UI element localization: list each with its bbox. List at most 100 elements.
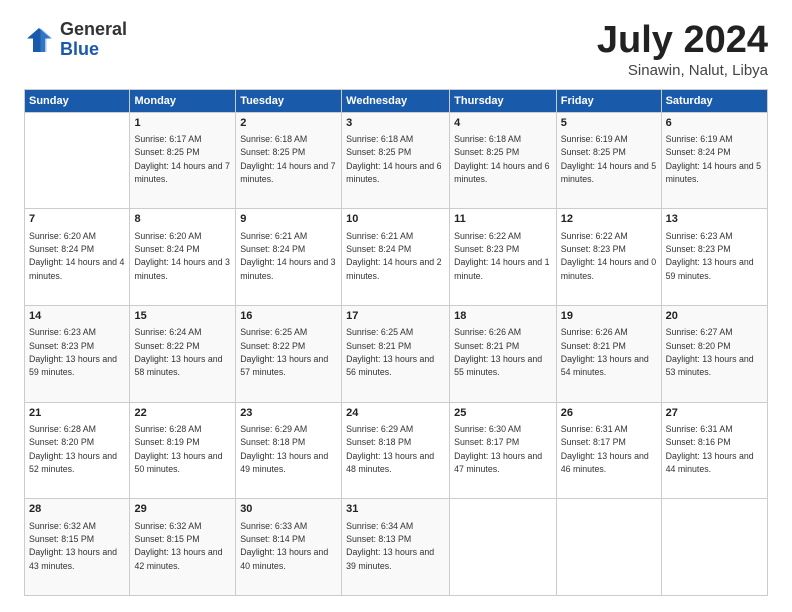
day-number: 25 — [454, 406, 552, 421]
table-row: 10 Sunrise: 6:21 AM Sunset: 8:24 PM Dayl… — [342, 209, 450, 306]
table-row: 31 Sunrise: 6:34 AM Sunset: 8:13 PM Dayl… — [342, 499, 450, 596]
cell-sunset: Sunset: 8:16 PM — [666, 437, 731, 447]
header-sunday: Sunday — [25, 89, 130, 112]
cell-sunset: Sunset: 8:20 PM — [666, 341, 731, 351]
cell-sunrise: Sunrise: 6:34 AM — [346, 521, 413, 531]
day-number: 28 — [29, 502, 125, 517]
cell-daylight: Daylight: 13 hours and 46 minutes. — [561, 451, 649, 474]
header-saturday: Saturday — [661, 89, 767, 112]
cell-sunrise: Sunrise: 6:18 AM — [240, 134, 307, 144]
cell-sunset: Sunset: 8:25 PM — [240, 147, 305, 157]
table-row: 1 Sunrise: 6:17 AM Sunset: 8:25 PM Dayli… — [130, 112, 236, 209]
header-monday: Monday — [130, 89, 236, 112]
cell-sunrise: Sunrise: 6:21 AM — [240, 231, 307, 241]
cell-sunset: Sunset: 8:13 PM — [346, 534, 411, 544]
cell-daylight: Daylight: 13 hours and 48 minutes. — [346, 451, 434, 474]
cell-sunset: Sunset: 8:25 PM — [561, 147, 626, 157]
cell-sunrise: Sunrise: 6:26 AM — [454, 327, 521, 337]
day-number: 1 — [134, 116, 231, 131]
cell-daylight: Daylight: 13 hours and 57 minutes. — [240, 354, 328, 377]
calendar-week-row: 21 Sunrise: 6:28 AM Sunset: 8:20 PM Dayl… — [25, 402, 768, 499]
cell-sunset: Sunset: 8:19 PM — [134, 437, 199, 447]
calendar-header-row: Sunday Monday Tuesday Wednesday Thursday… — [25, 89, 768, 112]
month-title: July 2024 — [597, 20, 768, 62]
cell-daylight: Daylight: 14 hours and 6 minutes. — [454, 161, 549, 184]
calendar-table: Sunday Monday Tuesday Wednesday Thursday… — [24, 89, 768, 596]
calendar-week-row: 1 Sunrise: 6:17 AM Sunset: 8:25 PM Dayli… — [25, 112, 768, 209]
cell-sunset: Sunset: 8:21 PM — [454, 341, 519, 351]
table-row: 25 Sunrise: 6:30 AM Sunset: 8:17 PM Dayl… — [450, 402, 557, 499]
day-number: 4 — [454, 116, 552, 131]
day-number: 20 — [666, 309, 763, 324]
cell-sunset: Sunset: 8:22 PM — [240, 341, 305, 351]
logo-icon — [24, 25, 54, 55]
day-number: 9 — [240, 212, 337, 227]
day-number: 30 — [240, 502, 337, 517]
table-row: 16 Sunrise: 6:25 AM Sunset: 8:22 PM Dayl… — [236, 306, 342, 403]
table-row: 24 Sunrise: 6:29 AM Sunset: 8:18 PM Dayl… — [342, 402, 450, 499]
cell-sunset: Sunset: 8:18 PM — [240, 437, 305, 447]
day-number: 26 — [561, 406, 657, 421]
day-number: 24 — [346, 406, 445, 421]
cell-sunrise: Sunrise: 6:30 AM — [454, 424, 521, 434]
cell-sunrise: Sunrise: 6:18 AM — [346, 134, 413, 144]
table-row: 4 Sunrise: 6:18 AM Sunset: 8:25 PM Dayli… — [450, 112, 557, 209]
cell-sunset: Sunset: 8:24 PM — [346, 244, 411, 254]
cell-daylight: Daylight: 13 hours and 59 minutes. — [29, 354, 117, 377]
day-number: 11 — [454, 212, 552, 227]
table-row — [25, 112, 130, 209]
calendar-week-row: 7 Sunrise: 6:20 AM Sunset: 8:24 PM Dayli… — [25, 209, 768, 306]
day-number: 7 — [29, 212, 125, 227]
day-number: 8 — [134, 212, 231, 227]
cell-sunset: Sunset: 8:21 PM — [346, 341, 411, 351]
day-number: 3 — [346, 116, 445, 131]
table-row: 17 Sunrise: 6:25 AM Sunset: 8:21 PM Dayl… — [342, 306, 450, 403]
table-row: 30 Sunrise: 6:33 AM Sunset: 8:14 PM Dayl… — [236, 499, 342, 596]
cell-sunrise: Sunrise: 6:29 AM — [346, 424, 413, 434]
cell-sunset: Sunset: 8:18 PM — [346, 437, 411, 447]
cell-sunrise: Sunrise: 6:28 AM — [29, 424, 96, 434]
day-number: 14 — [29, 309, 125, 324]
day-number: 29 — [134, 502, 231, 517]
table-row: 7 Sunrise: 6:20 AM Sunset: 8:24 PM Dayli… — [25, 209, 130, 306]
cell-sunset: Sunset: 8:23 PM — [561, 244, 626, 254]
cell-daylight: Daylight: 13 hours and 47 minutes. — [454, 451, 542, 474]
calendar-week-row: 28 Sunrise: 6:32 AM Sunset: 8:15 PM Dayl… — [25, 499, 768, 596]
day-number: 23 — [240, 406, 337, 421]
cell-sunset: Sunset: 8:17 PM — [561, 437, 626, 447]
cell-sunrise: Sunrise: 6:19 AM — [666, 134, 733, 144]
day-number: 17 — [346, 309, 445, 324]
day-number: 13 — [666, 212, 763, 227]
cell-sunrise: Sunrise: 6:25 AM — [346, 327, 413, 337]
table-row — [661, 499, 767, 596]
cell-sunrise: Sunrise: 6:18 AM — [454, 134, 521, 144]
day-number: 5 — [561, 116, 657, 131]
cell-sunset: Sunset: 8:21 PM — [561, 341, 626, 351]
cell-sunrise: Sunrise: 6:29 AM — [240, 424, 307, 434]
cell-daylight: Daylight: 13 hours and 49 minutes. — [240, 451, 328, 474]
table-row: 3 Sunrise: 6:18 AM Sunset: 8:25 PM Dayli… — [342, 112, 450, 209]
cell-daylight: Daylight: 14 hours and 1 minute. — [454, 257, 549, 280]
table-row: 2 Sunrise: 6:18 AM Sunset: 8:25 PM Dayli… — [236, 112, 342, 209]
day-number: 22 — [134, 406, 231, 421]
cell-sunrise: Sunrise: 6:25 AM — [240, 327, 307, 337]
cell-sunset: Sunset: 8:25 PM — [134, 147, 199, 157]
table-row: 6 Sunrise: 6:19 AM Sunset: 8:24 PM Dayli… — [661, 112, 767, 209]
cell-daylight: Daylight: 13 hours and 59 minutes. — [666, 257, 754, 280]
cell-sunrise: Sunrise: 6:21 AM — [346, 231, 413, 241]
cell-sunset: Sunset: 8:23 PM — [454, 244, 519, 254]
cell-daylight: Daylight: 13 hours and 53 minutes. — [666, 354, 754, 377]
day-number: 27 — [666, 406, 763, 421]
cell-daylight: Daylight: 14 hours and 7 minutes. — [240, 161, 335, 184]
calendar-week-row: 14 Sunrise: 6:23 AM Sunset: 8:23 PM Dayl… — [25, 306, 768, 403]
cell-daylight: Daylight: 14 hours and 3 minutes. — [134, 257, 229, 280]
cell-daylight: Daylight: 13 hours and 43 minutes. — [29, 547, 117, 570]
cell-sunset: Sunset: 8:14 PM — [240, 534, 305, 544]
cell-sunset: Sunset: 8:24 PM — [666, 147, 731, 157]
cell-sunrise: Sunrise: 6:23 AM — [29, 327, 96, 337]
cell-sunrise: Sunrise: 6:31 AM — [666, 424, 733, 434]
day-number: 19 — [561, 309, 657, 324]
header-wednesday: Wednesday — [342, 89, 450, 112]
header-thursday: Thursday — [450, 89, 557, 112]
cell-daylight: Daylight: 14 hours and 5 minutes. — [561, 161, 656, 184]
